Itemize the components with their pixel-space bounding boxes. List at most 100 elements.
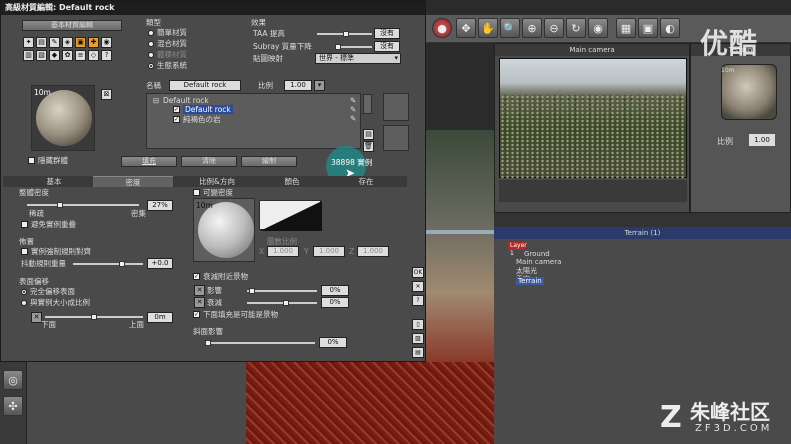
tab-scale-orientation[interactable]: 比例&方向 (177, 176, 257, 187)
tool-icon-10[interactable]: ◆ (49, 50, 60, 61)
paint-button[interactable]: 繪制 (241, 156, 297, 167)
variable-density-checkbox[interactable] (193, 189, 200, 196)
film-icon[interactable]: ▦ (616, 18, 636, 38)
fill-button[interactable]: 填充 (121, 156, 177, 167)
edit-pencil-icon-3[interactable]: ✎ (350, 114, 356, 123)
jitter-value[interactable]: +0.0 (147, 258, 173, 269)
subray-slider[interactable] (335, 44, 372, 50)
decay-checkbox[interactable]: ✓ (193, 273, 200, 280)
density-value[interactable]: 27% (147, 200, 173, 211)
tool-icon-4[interactable]: ◈ (62, 37, 73, 48)
edit-pencil-icon[interactable]: ✎ (350, 96, 356, 105)
render-icon[interactable]: ▣ (638, 18, 658, 38)
terrain-scale-input[interactable]: 1.00 (749, 134, 775, 146)
viewport-perspective[interactable] (27, 362, 246, 444)
swatch-1[interactable] (383, 93, 409, 121)
tree-scrollbar[interactable] (363, 94, 372, 114)
density-slider[interactable] (27, 202, 139, 208)
tool-icon-12[interactable]: ≡ (75, 50, 86, 61)
hand-icon[interactable]: ✋ (478, 18, 498, 38)
tool-icon-1[interactable]: ✦ (23, 37, 34, 48)
slope-value[interactable]: 0% (319, 337, 347, 348)
tab-density[interactable]: 密度 (93, 176, 173, 187)
decay2-icon[interactable]: ✕ (194, 297, 205, 308)
page-icon[interactable]: ▯ (412, 319, 424, 330)
tree-item-camera[interactable]: Main camera (516, 258, 561, 266)
image-icon[interactable]: ▨ (412, 333, 424, 344)
offset-slider[interactable] (45, 314, 143, 320)
clear-button[interactable]: 清除 (181, 156, 237, 167)
viewport-side[interactable] (426, 130, 494, 362)
swatch-2[interactable] (383, 125, 409, 151)
tree-expand-icon[interactable]: ⊟ (153, 96, 159, 105)
offset-radio-proportional[interactable] (21, 300, 27, 306)
material-preview[interactable]: 10m (31, 85, 95, 151)
layers-icon[interactable]: ▤ (412, 347, 424, 358)
tree-child-item-1[interactable]: Default rock (183, 105, 233, 114)
zoom-icon[interactable]: 🔍 (500, 18, 520, 38)
tree-root-item[interactable]: Default rock (163, 96, 209, 105)
layer-item[interactable]: Layer 1 (508, 242, 527, 257)
tool-icon-11[interactable]: ✿ (62, 50, 73, 61)
record-icon[interactable]: ● (432, 18, 452, 38)
type-radio-mixed[interactable] (148, 41, 154, 47)
force-regular-checkbox[interactable] (21, 248, 28, 255)
avoid-overlap-checkbox[interactable] (21, 221, 28, 228)
tab-presence[interactable]: 存在 (331, 176, 401, 187)
jitter-slider[interactable] (73, 261, 143, 267)
scale-input[interactable]: 1.00 (284, 80, 312, 91)
mapping-select[interactable]: 世界 - 標準 ▾ (315, 53, 401, 64)
scale-y-input[interactable]: 1.000 (313, 246, 345, 257)
taa-value[interactable]: 沒有 (374, 28, 400, 39)
decay2-slider[interactable] (247, 300, 317, 306)
tool-icon-14[interactable]: ? (101, 50, 112, 61)
offset-value[interactable]: 0m (147, 312, 173, 323)
tree-item-terrain[interactable]: Terrain (516, 277, 544, 285)
tool-icon-5[interactable]: ▣ (75, 37, 86, 48)
basic-material-button[interactable]: 基本材質編輯 (22, 20, 122, 31)
ok-button[interactable]: OK (412, 267, 424, 278)
below-fill-checkbox[interactable]: ✓ (193, 311, 200, 318)
fan-icon[interactable]: ✣ (3, 396, 23, 416)
tab-basic[interactable]: 基本 (19, 176, 89, 187)
type-radio-volume[interactable] (148, 52, 154, 58)
rotate-icon[interactable]: ↻ (566, 18, 586, 38)
taa-slider[interactable] (317, 31, 372, 37)
offset-radio-surface[interactable] (21, 289, 27, 295)
pan-icon[interactable]: ✥ (456, 18, 476, 38)
scale-dropdown-icon[interactable]: ▾ (314, 80, 325, 91)
tree-check-1[interactable]: ✓ (173, 106, 180, 113)
decay2-value[interactable]: 0% (321, 297, 349, 308)
tool-icon-7[interactable]: ◉ (101, 37, 112, 48)
tree-child-item-2[interactable]: 純褐色の岩 (183, 115, 221, 124)
zoom-out-icon[interactable]: ⊖ (544, 18, 564, 38)
tool-icon-6[interactable]: ✚ (88, 37, 99, 48)
tool-icon-13[interactable]: ◇ (88, 50, 99, 61)
name-input[interactable]: Default rock (169, 80, 241, 91)
tab-color[interactable]: 顏色 (257, 176, 327, 187)
influence-value[interactable]: 0% (321, 285, 349, 296)
hide-population-checkbox[interactable] (28, 157, 35, 164)
density-curve[interactable] (259, 200, 322, 231)
tool-icon-2[interactable]: ▤ (36, 37, 47, 48)
tree-check-2[interactable]: ✓ (173, 116, 180, 123)
influence-slider[interactable] (247, 288, 317, 294)
sphere-icon[interactable]: ◐ (660, 18, 680, 38)
preview-options-icon[interactable]: ⊠ (101, 89, 112, 100)
type-radio-ecosystem[interactable] (148, 63, 154, 69)
cancel-button[interactable]: ✕ (412, 281, 424, 292)
edit-pencil-icon-2[interactable]: ✎ (350, 105, 356, 114)
tool-icon-9[interactable]: ▧ (36, 50, 47, 61)
scale-x-input[interactable]: 1.000 (267, 246, 299, 257)
tool-icon-8[interactable]: ▥ (23, 50, 34, 61)
zoom-in-icon[interactable]: ⊕ (522, 18, 542, 38)
delete-item-icon[interactable]: 🗑 (363, 141, 374, 152)
tree-item-ground[interactable]: Ground (524, 250, 550, 258)
add-item-icon[interactable]: ▤ (363, 129, 374, 140)
scale-z-input[interactable]: 1.000 (357, 246, 389, 257)
slope-slider[interactable] (205, 340, 315, 346)
viewport-top[interactable] (246, 362, 494, 444)
camera-icon[interactable]: ◉ (588, 18, 608, 38)
influence-icon[interactable]: ✕ (194, 285, 205, 296)
subray-value[interactable]: 沒有 (374, 41, 400, 52)
